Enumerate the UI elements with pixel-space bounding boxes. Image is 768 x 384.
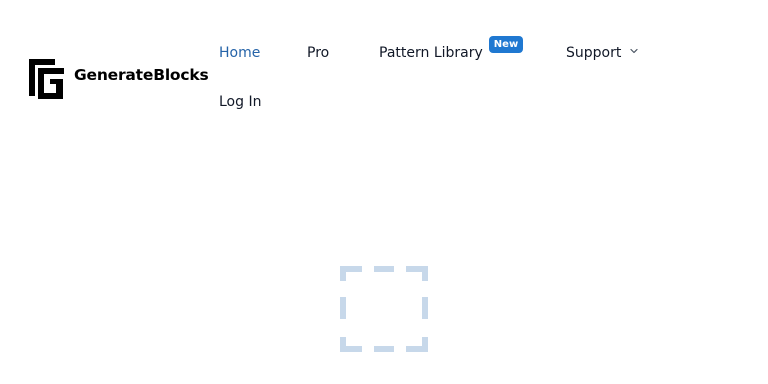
loading-placeholder-icon bbox=[340, 266, 428, 352]
new-badge: New bbox=[489, 36, 523, 53]
generateblocks-logo-icon bbox=[29, 59, 64, 99]
nav-pro-link[interactable]: Pro bbox=[307, 46, 329, 60]
nav-support-link[interactable]: Support bbox=[566, 46, 621, 60]
brand-logo[interactable]: GenerateBlocks bbox=[27, 52, 209, 100]
nav-home-link[interactable]: Home bbox=[219, 46, 260, 60]
nav-pattern-library-link[interactable]: Pattern Library bbox=[379, 46, 483, 60]
nav-login-link[interactable]: Log In bbox=[219, 95, 261, 109]
page: GenerateBlocks Home Pro Pattern Library … bbox=[0, 0, 768, 384]
chevron-down-icon[interactable] bbox=[630, 47, 638, 55]
brand-name: GenerateBlocks bbox=[74, 66, 209, 85]
